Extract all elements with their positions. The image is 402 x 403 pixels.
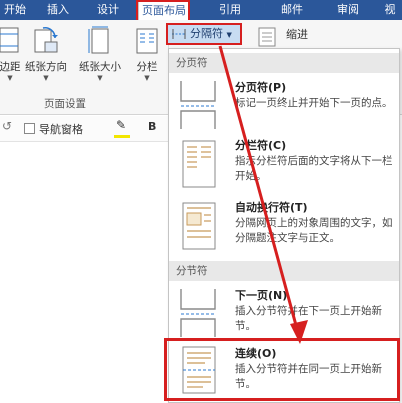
tab-references[interactable]: 引用 xyxy=(210,0,250,20)
menu-item-title: 自动换行符(T) xyxy=(235,201,308,214)
orientation-icon xyxy=(34,27,58,53)
menu-item-column-break[interactable]: 分栏符(C) 指示分栏符后面的文字将从下一栏开始。 xyxy=(169,135,399,195)
menu-item-text-wrapping[interactable]: 自动换行符(T) 分隔网页上的对象周围的文字，如分隔题注文字与正文。 xyxy=(169,197,399,261)
chevron-down-icon: ▼ xyxy=(43,74,49,82)
section-header-page-breaks: 分页符 xyxy=(169,53,399,73)
ribbon-tab-bar: 开始 插入 设计 页面布局 引用 邮件 审阅 视 xyxy=(0,0,402,20)
nav-pane-label: 导航窗格 xyxy=(39,123,83,136)
tab-view[interactable]: 视 xyxy=(378,0,402,20)
chevron-down-icon: ▼ xyxy=(144,74,150,82)
next-page-icon xyxy=(180,289,216,337)
menu-item-desc: 分隔网页上的对象周围的文字，如分隔题注文字与正文。 xyxy=(235,217,393,244)
chevron-down-icon: ▼ xyxy=(97,74,103,82)
breaks-button[interactable]: 分隔符 ▼ xyxy=(166,23,242,45)
text-highlight-icon[interactable]: ✎ xyxy=(116,118,126,132)
undo-icon[interactable]: ↺ xyxy=(2,119,12,133)
orientation-button[interactable]: 纸张方向 ▼ xyxy=(20,26,72,82)
menu-item-desc: 标记一页终止并开始下一页的点。 xyxy=(235,97,393,109)
menu-item-title: 分栏符(C) xyxy=(235,139,287,152)
menu-item-title: 下一页(N) xyxy=(235,289,288,302)
tab-highlight-box xyxy=(136,0,190,22)
chevron-down-icon: ▼ xyxy=(226,31,232,39)
size-button[interactable]: 纸张大小 ▼ xyxy=(74,26,126,82)
tab-insert[interactable]: 插入 xyxy=(38,0,78,20)
menu-item-page-break[interactable]: 分页符(P) 标记一页终止并开始下一页的点。 xyxy=(169,77,399,133)
tab-home[interactable]: 开始 xyxy=(0,0,30,20)
nav-pane-checkbox[interactable] xyxy=(24,123,35,134)
tab-review[interactable]: 审阅 xyxy=(328,0,368,20)
column-break-icon xyxy=(182,140,216,188)
tab-design[interactable]: 设计 xyxy=(88,0,128,20)
breaks-icon xyxy=(172,29,186,39)
menu-item-title: 分页符(P) xyxy=(235,81,287,94)
indent-label: 缩进 xyxy=(286,28,308,41)
continuous-highlight-box xyxy=(164,338,400,401)
page-setup-group-label: 页面设置 xyxy=(44,98,86,110)
menu-item-desc: 指示分栏符后面的文字将从下一栏开始。 xyxy=(235,155,393,182)
paragraph-doc-icon xyxy=(258,27,276,47)
text-wrapping-icon xyxy=(182,202,216,250)
menu-item-desc: 插入分节符并在下一页上开始新节。 xyxy=(235,305,382,332)
document-area[interactable] xyxy=(0,143,170,403)
bold-button[interactable]: B xyxy=(148,120,156,133)
page-break-icon xyxy=(180,81,216,129)
paper-size-icon xyxy=(88,26,109,54)
columns-icon xyxy=(136,28,158,54)
columns-button[interactable]: 分栏 ▼ xyxy=(132,26,162,82)
menu-item-next-page[interactable]: 下一页(N) 插入分节符并在下一页上开始新节。 xyxy=(169,285,399,341)
highlight-color-bar xyxy=(114,135,130,138)
tab-mailings[interactable]: 邮件 xyxy=(272,0,312,20)
section-header-section-breaks: 分节符 xyxy=(169,261,399,281)
